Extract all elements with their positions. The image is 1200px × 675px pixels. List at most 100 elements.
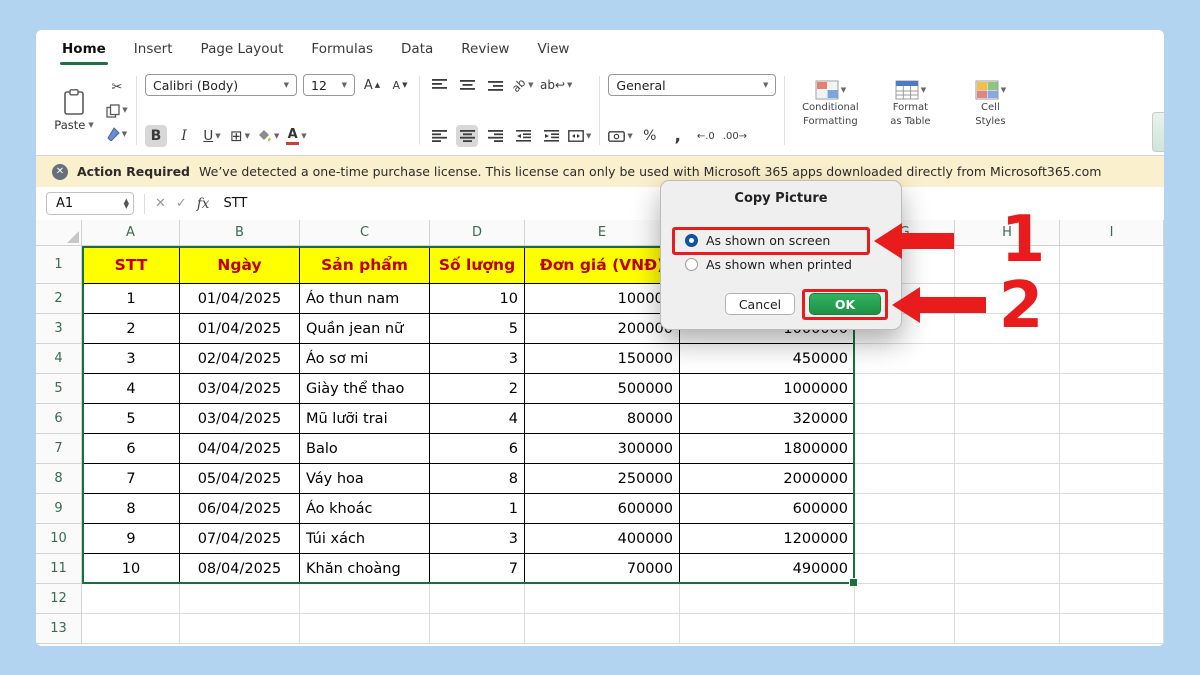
cell-E11[interactable]: 70000 [525,554,680,584]
cell-B2[interactable]: 01/04/2025 [180,284,300,314]
cell-G9[interactable] [855,494,955,524]
cell-A6[interactable]: 5 [82,404,180,434]
borders-button[interactable]: ⊞▼ [229,125,251,147]
cell-I12[interactable] [1060,584,1164,614]
row-header-1[interactable]: 1 [36,246,82,284]
cell-C8[interactable]: Váy hoa [300,464,430,494]
cell-H8[interactable] [955,464,1060,494]
cell-C6[interactable]: Mũ lưỡi trai [300,404,430,434]
tab-home[interactable]: Home [62,30,106,68]
row-header-4[interactable]: 4 [36,344,82,374]
paste-button[interactable]: Paste▼ [48,74,100,147]
cell-B13[interactable] [180,614,300,644]
radio-selected-icon[interactable] [685,234,698,247]
align-right-button[interactable] [484,125,506,147]
cell-I5[interactable] [1060,374,1164,404]
cell-H5[interactable] [955,374,1060,404]
cell-B8[interactable]: 05/04/2025 [180,464,300,494]
cell-H3[interactable] [955,314,1060,344]
cell-B5[interactable]: 03/04/2025 [180,374,300,404]
cell-I3[interactable] [1060,314,1164,344]
cell-F4[interactable]: 450000 [680,344,855,374]
bold-button[interactable]: B [145,125,167,147]
copy-button[interactable]: ▼ [106,100,128,122]
cell-F9[interactable]: 600000 [680,494,855,524]
row-header-13[interactable]: 13 [36,614,82,644]
comma-button[interactable]: , [667,125,689,147]
format-as-table-button[interactable]: ▼ Format as Table [873,78,947,127]
tab-view[interactable]: View [537,30,569,68]
cell-F11[interactable]: 490000 [680,554,855,584]
column-header-I[interactable]: I [1060,220,1164,246]
cell-H1[interactable] [955,246,1060,284]
tab-review[interactable]: Review [461,30,509,68]
column-header-D[interactable]: D [430,220,525,246]
cell-G13[interactable] [855,614,955,644]
cell-C2[interactable]: Áo thun nam [300,284,430,314]
cell-C4[interactable]: Áo sơ mi [300,344,430,374]
cell-G4[interactable] [855,344,955,374]
cell-H7[interactable] [955,434,1060,464]
option-as-shown-on-screen[interactable]: As shown on screen [661,228,901,252]
decrease-indent-button[interactable] [512,125,534,147]
cell-B12[interactable] [180,584,300,614]
cell-F5[interactable]: 1000000 [680,374,855,404]
cell-A7[interactable]: 6 [82,434,180,464]
cell-A3[interactable]: 2 [82,314,180,344]
cell-D13[interactable] [430,614,525,644]
cell-D11[interactable]: 7 [430,554,525,584]
cell-I6[interactable] [1060,404,1164,434]
cell-C7[interactable]: Balo [300,434,430,464]
row-header-10[interactable]: 10 [36,524,82,554]
fill-color-button[interactable]: ▼ [257,125,279,147]
cut-button[interactable]: ✂ [106,76,128,98]
font-size-combo[interactable]: 12 ▼ [303,74,355,96]
cell-E10[interactable]: 400000 [525,524,680,554]
cell-H13[interactable] [955,614,1060,644]
row-header-3[interactable]: 3 [36,314,82,344]
cell-I13[interactable] [1060,614,1164,644]
cell-G6[interactable] [855,404,955,434]
italic-button[interactable]: I [173,125,195,147]
percent-button[interactable]: % [639,125,661,147]
row-header-9[interactable]: 9 [36,494,82,524]
cell-B11[interactable]: 08/04/2025 [180,554,300,584]
cell-A4[interactable]: 3 [82,344,180,374]
column-header-C[interactable]: C [300,220,430,246]
cell-D4[interactable]: 3 [430,344,525,374]
increase-indent-button[interactable] [540,125,562,147]
font-name-combo[interactable]: Calibri (Body) ▼ [145,74,297,96]
row-header-12[interactable]: 12 [36,584,82,614]
column-header-E[interactable]: E [525,220,680,246]
cell-G11[interactable] [855,554,955,584]
cell-E2[interactable]: 100000 [525,284,680,314]
cell-H2[interactable] [955,284,1060,314]
cell-D6[interactable]: 4 [430,404,525,434]
cell-B7[interactable]: 04/04/2025 [180,434,300,464]
align-center-button[interactable] [456,125,478,147]
align-bottom-button[interactable] [484,74,506,96]
confirm-entry-icon[interactable]: ✓ [176,196,187,211]
cell-G7[interactable] [855,434,955,464]
increase-font-button[interactable]: A▲ [361,74,383,96]
cell-E9[interactable]: 600000 [525,494,680,524]
cell-C10[interactable]: Túi xách [300,524,430,554]
cell-B10[interactable]: 07/04/2025 [180,524,300,554]
cell-B9[interactable]: 06/04/2025 [180,494,300,524]
tab-insert[interactable]: Insert [134,30,173,68]
increase-decimal-button[interactable]: ←.0 [695,125,717,147]
cell-C1[interactable]: Sản phẩm [300,246,430,284]
row-header-2[interactable]: 2 [36,284,82,314]
cell-D5[interactable]: 2 [430,374,525,404]
cell-I9[interactable] [1060,494,1164,524]
merge-center-button[interactable]: ▼ [568,125,591,147]
name-box[interactable]: A1 ▲▼ [46,192,134,215]
cell-B4[interactable]: 02/04/2025 [180,344,300,374]
decrease-font-button[interactable]: A▼ [389,74,411,96]
cell-H4[interactable] [955,344,1060,374]
row-header-11[interactable]: 11 [36,554,82,584]
cell-G5[interactable] [855,374,955,404]
cell-A2[interactable]: 1 [82,284,180,314]
cell-G12[interactable] [855,584,955,614]
cell-A9[interactable]: 8 [82,494,180,524]
